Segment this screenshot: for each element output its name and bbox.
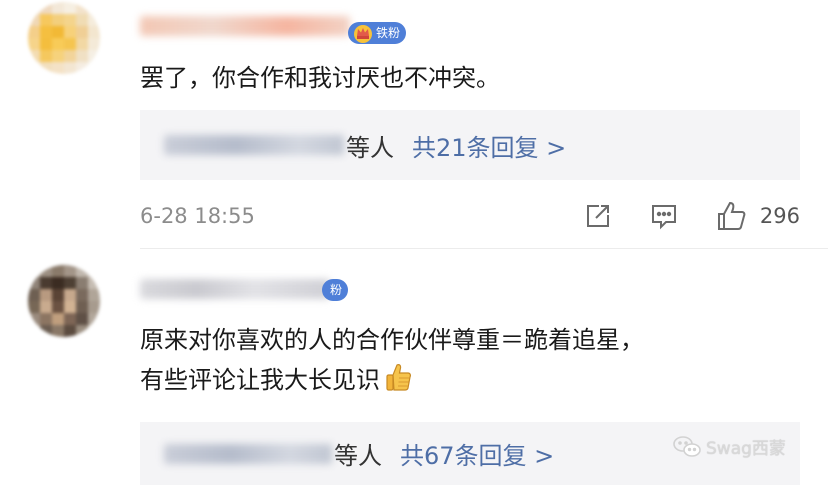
reply-names-blurred (164, 443, 332, 464)
view-replies-link[interactable]: 共67条回复 > (400, 436, 554, 471)
comment-text: 罢了，你合作和我讨厌也不冲突。 (140, 64, 500, 92)
thumbs-up-emoji-icon (386, 364, 411, 391)
fan-badge[interactable]: 铁粉 (348, 22, 407, 44)
fan-badge-label: 铁粉 (376, 26, 401, 40)
reply-names-blurred (164, 135, 344, 155)
view-replies-link[interactable]: 共21条回复 > (412, 128, 566, 163)
comment-text: 原来对你喜欢的人的合作伙伴尊重＝跪着追星， 有些评论让我大长见识 (140, 320, 644, 400)
watermark-label: Swag西蒙 (706, 439, 786, 459)
reply-suffix: 等人 (346, 133, 394, 162)
username-blurred[interactable] (140, 279, 330, 299)
avatar[interactable] (28, 2, 100, 74)
like-icon[interactable] (716, 200, 748, 232)
watermark: Swag西蒙 (672, 434, 786, 459)
comment-meta: 6-28 18:55 296 (140, 196, 800, 236)
comment-list: 铁粉 罢了，你合作和我讨厌也不冲突。 等人 共21条回复 > 6-28 18:5… (0, 0, 828, 485)
share-icon[interactable] (584, 202, 612, 230)
username-blurred[interactable] (140, 16, 350, 36)
like-count: 296 (759, 204, 800, 228)
comment-icon[interactable] (650, 202, 678, 230)
comment-text-line: 有些评论让我大长见识 (140, 360, 644, 400)
avatar[interactable] (28, 265, 100, 337)
divider (140, 248, 828, 249)
crown-icon (354, 25, 372, 43)
timestamp: 6-28 18:55 (140, 204, 255, 228)
comment-text-line2: 有些评论让我大长见识 (140, 366, 380, 394)
reply-suffix: 等人 (334, 442, 382, 470)
wechat-icon (673, 435, 701, 457)
reply-summary[interactable]: 等人 共21条回复 > (140, 110, 800, 180)
fan-badge[interactable]: 粉 (322, 279, 349, 301)
comment-text-line: 原来对你喜欢的人的合作伙伴尊重＝跪着追星， (140, 326, 644, 354)
fan-badge-label: 粉 (330, 283, 343, 297)
